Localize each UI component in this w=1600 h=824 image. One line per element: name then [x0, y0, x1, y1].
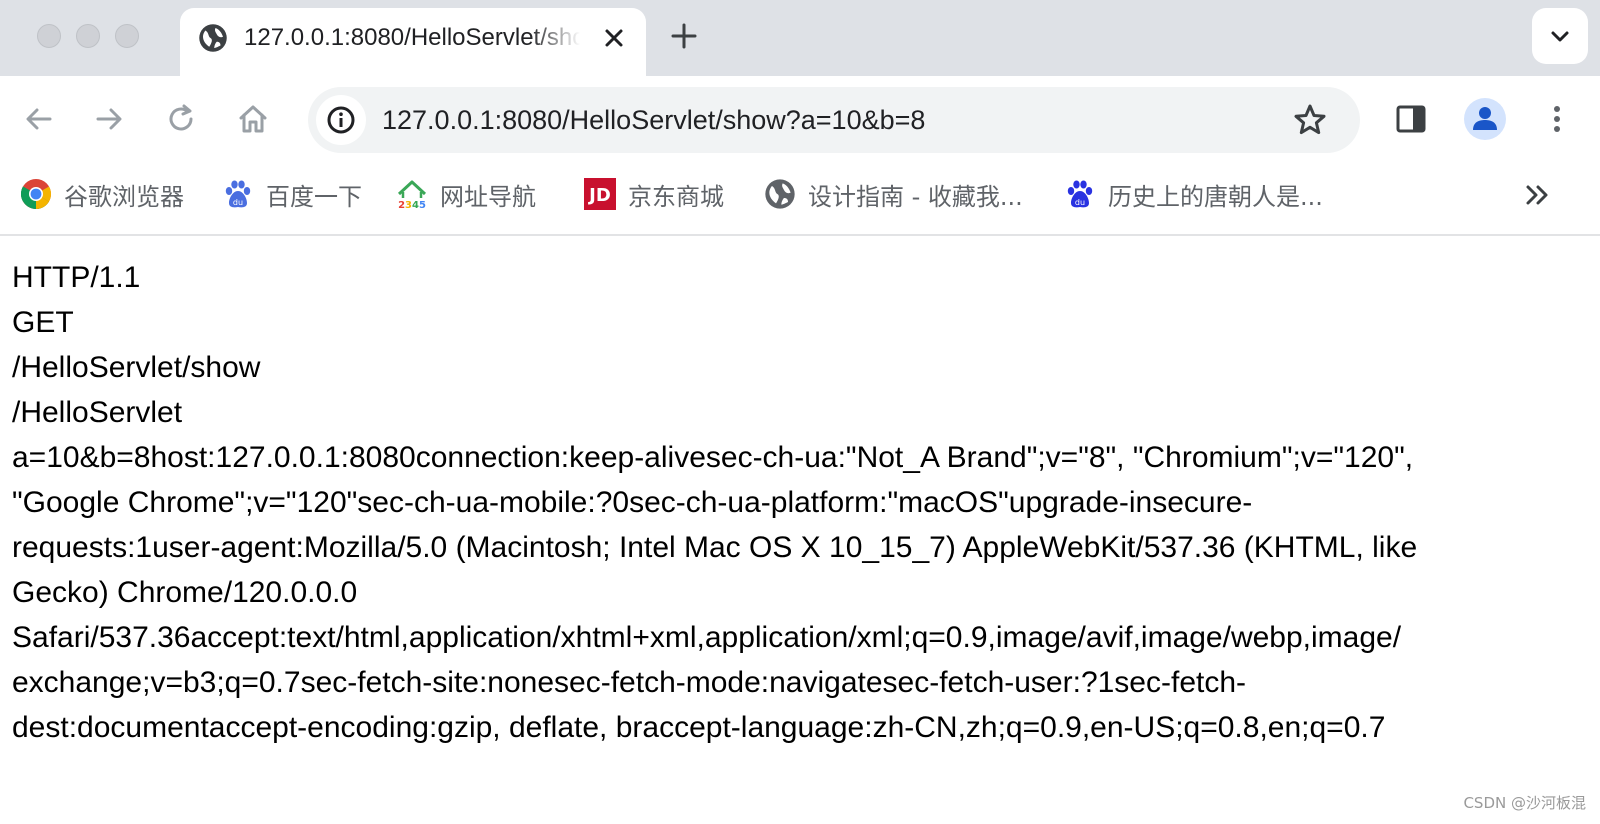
2345-house-icon: 2345 — [397, 180, 427, 210]
bookmarks-bar: 谷歌浏览器 du 百度一下 2345 网址导航 JD 京东商城 设计指南 - 收… — [0, 162, 1600, 236]
tab-title: 127.0.0.1:8080/HelloServlet/show?a=10&b=… — [244, 24, 580, 51]
active-tab[interactable]: 127.0.0.1:8080/HelloServlet/show?a=10&b=… — [180, 8, 646, 76]
chevron-down-icon — [1551, 31, 1569, 42]
response-line: Gecko) Chrome/120.0.0.0 — [12, 576, 358, 609]
svg-text:du: du — [1075, 198, 1085, 207]
bookmark-label: 京东商城 — [628, 182, 724, 211]
response-line: HTTP/1.1 — [12, 261, 141, 294]
close-icon[interactable] — [600, 24, 628, 52]
page-content: HTTP/1.1 GET /HelloServlet/show /HelloSe… — [12, 255, 1600, 750]
svg-text:du: du — [233, 198, 243, 207]
person-icon — [1473, 107, 1497, 130]
bookmark-label: 谷歌浏览器 — [64, 182, 184, 211]
globe-icon — [199, 24, 227, 52]
response-line: GET — [12, 306, 74, 339]
site-info-button[interactable] — [316, 95, 366, 145]
response-line: "Google Chrome";v="120"sec-ch-ua-mobile:… — [12, 486, 1253, 519]
response-line: /HelloServlet/show — [12, 351, 261, 384]
bookmark-label: 百度一下 — [266, 182, 362, 211]
bookmark-item[interactable]: 设计指南 - 收藏我... — [764, 176, 1023, 212]
info-icon — [327, 106, 355, 134]
zoom-window-button[interactable] — [115, 24, 139, 48]
bookmark-label: 历史上的唐朝人是... — [1108, 182, 1323, 211]
plus-icon[interactable] — [668, 20, 700, 52]
globe-icon — [765, 179, 795, 209]
baidu-paw-icon: du — [225, 180, 251, 208]
home-icon[interactable] — [236, 102, 270, 136]
reload-icon[interactable] — [164, 102, 198, 136]
close-window-button[interactable] — [37, 24, 61, 48]
baidu-paw-icon: du — [1067, 180, 1093, 208]
svg-text:JD: JD — [587, 185, 611, 206]
response-line: /HelloServlet — [12, 396, 183, 429]
bookmark-label: 设计指南 - 收藏我... — [808, 182, 1023, 211]
chrome-icon — [20, 179, 52, 209]
jd-icon: JD — [584, 178, 616, 210]
watermark: CSDN @沙河板混 — [1463, 794, 1586, 812]
side-panel-icon[interactable] — [1394, 102, 1428, 136]
toolbar: 127.0.0.1:8080/HelloServlet/show?a=10&b=… — [0, 76, 1600, 162]
back-arrow-icon[interactable] — [22, 102, 56, 136]
minimize-window-button[interactable] — [76, 24, 100, 48]
tab-strip: 127.0.0.1:8080/HelloServlet/show?a=10&b=… — [0, 0, 1600, 76]
bookmark-item[interactable]: du 历史上的唐朝人是... — [1064, 176, 1323, 212]
bookmark-item[interactable]: du 百度一下 — [222, 176, 362, 212]
browser-window: 127.0.0.1:8080/HelloServlet/show?a=10&b=… — [0, 0, 1600, 824]
response-line: exchange;v=b3;q=0.7sec-fetch-site:nonese… — [12, 666, 1247, 699]
bookmark-item[interactable]: 谷歌浏览器 — [20, 176, 184, 212]
forward-arrow-icon[interactable] — [92, 102, 126, 136]
svg-text:2345: 2345 — [398, 200, 426, 210]
response-line: requests:1user-agent:Mozilla/5.0 (Macint… — [12, 531, 1418, 564]
bookmark-item[interactable]: 2345 网址导航 — [396, 176, 536, 212]
bookmark-item[interactable]: JD 京东商城 — [584, 176, 724, 212]
kebab-menu-icon[interactable] — [1540, 102, 1574, 136]
address-bar[interactable]: 127.0.0.1:8080/HelloServlet/show?a=10&b=… — [308, 87, 1360, 153]
bookmark-label: 网址导航 — [440, 182, 536, 211]
profile-avatar[interactable] — [1464, 98, 1506, 140]
bookmark-star-icon[interactable] — [1292, 102, 1328, 138]
url-text[interactable]: 127.0.0.1:8080/HelloServlet/show?a=10&b=… — [382, 104, 925, 136]
response-line: a=10&b=8host:127.0.0.1:8080connection:ke… — [12, 441, 1414, 474]
double-chevron-right-icon[interactable] — [1520, 178, 1554, 212]
response-line: Safari/537.36accept:text/html,applicatio… — [12, 621, 1402, 654]
response-line: dest:documentaccept-encoding:gzip, defla… — [12, 711, 1386, 744]
tab-search-button[interactable] — [1532, 8, 1588, 64]
